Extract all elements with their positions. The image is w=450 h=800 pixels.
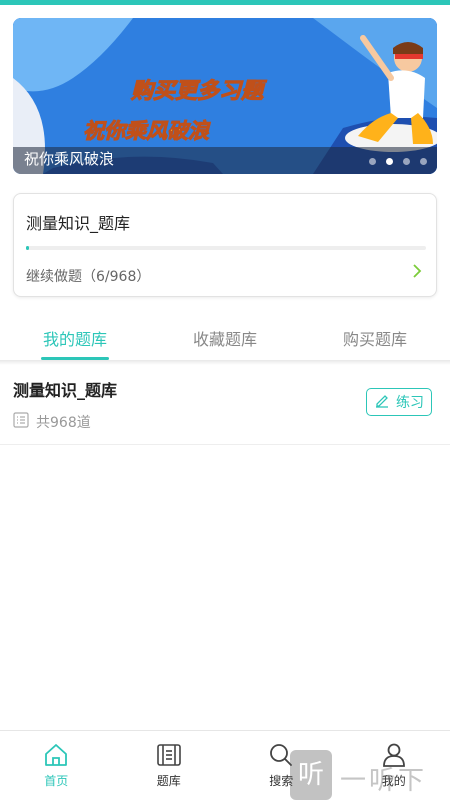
question-bank-icon [156,743,182,770]
nav-label: 首页 [44,774,69,788]
list-icon [13,412,29,432]
nav-label: 题库 [156,774,181,788]
svg-text:祝你乘风破浪: 祝你乘风破浪 [83,119,211,143]
home-icon [43,743,69,770]
bank-tabs: 我的题库 收藏题库 购买题库 [0,314,450,360]
watermark-text: 一听下载 [340,766,428,796]
watermark-badge: 听 [290,750,332,800]
chevron-right-icon[interactable] [412,263,422,283]
pager-dot-active[interactable] [386,158,393,165]
pager-dot[interactable] [403,158,410,165]
list-item[interactable]: 测量知识_题库 共968道 练习 [0,365,450,445]
card-title: 测量知识_题库 [26,214,131,233]
continue-progress-text: 继续做题（6/968） [26,269,151,285]
watermark: 听 一听下载 [290,750,450,800]
bank-count-text: 共968道 [36,415,91,431]
top-accent-bar [0,0,450,5]
tab-purchase-banks[interactable]: 购买题库 [300,314,450,360]
pager-dot[interactable] [369,158,376,165]
pencil-icon [374,392,390,412]
pager-dot[interactable] [420,158,427,165]
tab-label: 收藏题库 [192,330,257,349]
bank-title: 测量知识_题库 [13,381,118,400]
tab-my-banks[interactable]: 我的题库 [0,314,150,360]
progress-bar [26,246,426,250]
progress-bar-fill [26,246,30,250]
practice-button[interactable]: 练习 [366,388,432,416]
banner-caption: 祝你乘风破浪 [24,150,115,168]
tab-label: 我的题库 [42,330,107,349]
nav-home[interactable]: 首页 [0,731,113,800]
promo-banner[interactable]: 购买更多习题 祝你乘风破浪 祝你乘风破浪 [13,18,437,174]
svg-text:购买更多习题: 购买更多习题 [130,79,267,104]
banner-pager [369,158,427,165]
practice-label: 练习 [396,395,424,411]
continue-practice-card[interactable]: 测量知识_题库 继续做题（6/968） [13,193,437,297]
tab-label: 购买题库 [342,330,407,349]
nav-question-bank[interactable]: 题库 [113,731,226,800]
bank-count: 共968道 [13,412,91,432]
tab-favorite-banks[interactable]: 收藏题库 [150,314,300,360]
